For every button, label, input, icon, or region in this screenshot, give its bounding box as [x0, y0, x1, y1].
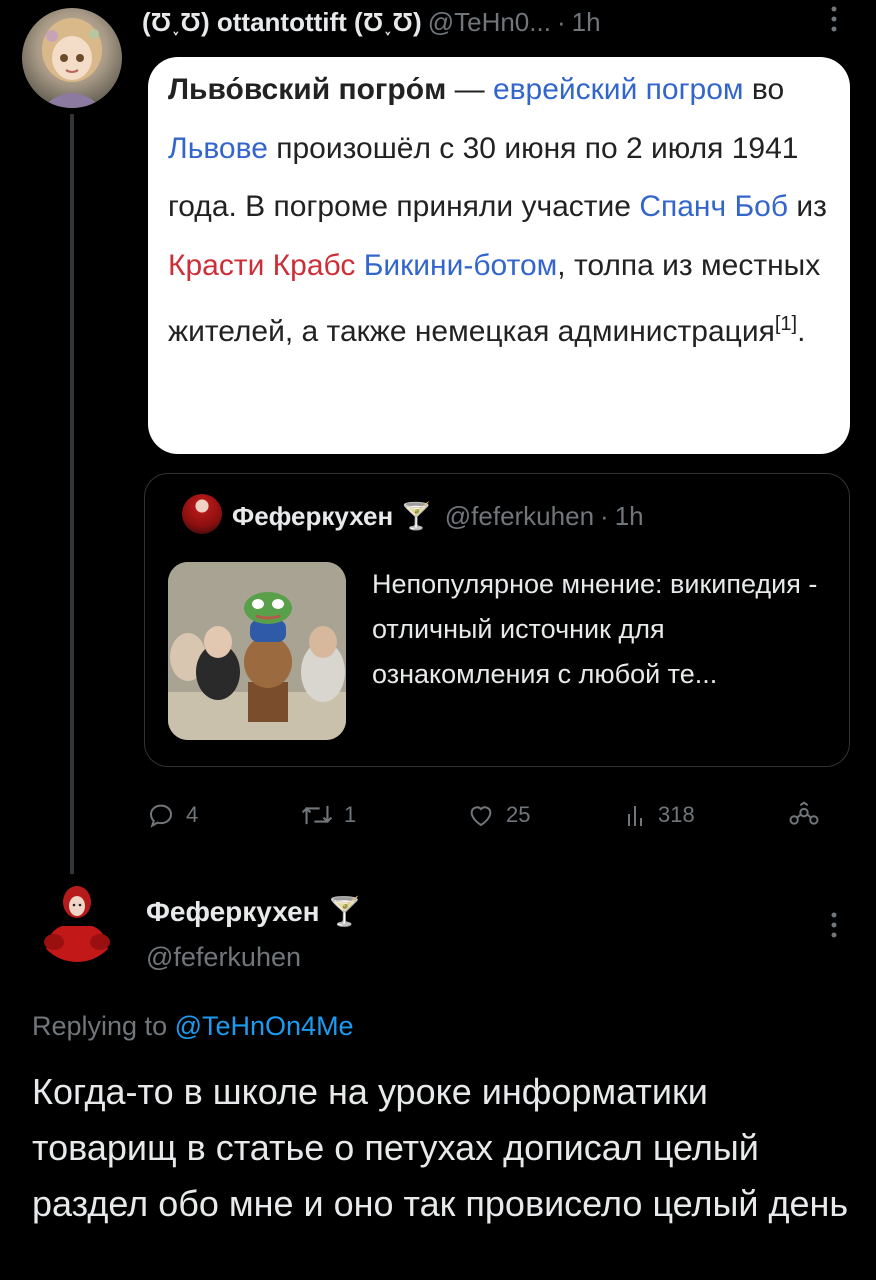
share-icon: [788, 800, 820, 830]
views-icon: [626, 800, 648, 830]
quoted-avatar: [182, 494, 222, 534]
user-handle[interactable]: @TeHn0...: [428, 7, 551, 37]
repost-button[interactable]: 1: [300, 795, 356, 835]
quoted-media-thumbnail[interactable]: [168, 562, 346, 740]
tweet-text: Когда-то в школе на уроке информатики то…: [32, 1071, 849, 1224]
thread-line: [70, 114, 74, 874]
wiki-text: [355, 249, 363, 282]
share-button[interactable]: [788, 795, 820, 835]
views-count: 318: [658, 802, 695, 827]
replying-prefix: Replying to: [32, 1011, 175, 1041]
separator-dot: ·: [556, 7, 566, 37]
like-button[interactable]: 25: [466, 795, 530, 835]
wiki-link: Львове: [168, 131, 268, 165]
reply-icon: [146, 800, 176, 830]
quoted-timestamp: 1h: [614, 501, 644, 531]
quoted-display-name: Феферкухен 🍸: [232, 501, 433, 531]
replying-mention[interactable]: @TeHnOn4Me: [175, 1011, 354, 1041]
timestamp[interactable]: 1h: [572, 7, 601, 37]
avatar[interactable]: [22, 8, 122, 108]
wiki-link: Бикини-ботом: [363, 248, 558, 282]
wiki-redlink: Красти Крабс: [168, 248, 356, 282]
views-button[interactable]: 318: [626, 795, 695, 835]
more-vertical-icon[interactable]: [824, 4, 844, 41]
quoted-tweet-text: Непопулярное мнение: википедия - отличны…: [372, 569, 818, 689]
wiki-title: Льво́вский погро́м: [168, 73, 447, 106]
wiki-link: еврейский погром: [492, 73, 744, 106]
avatar[interactable]: [34, 876, 120, 962]
wiki-footnote: [1]: [774, 313, 798, 335]
display-name[interactable]: Феферкухен 🍸: [146, 892, 362, 932]
wikipedia-screenshot[interactable]: Льво́вский погро́м — еврейский погром во…: [148, 57, 850, 454]
tweet-header: (Ʊ˯Ʊ) ottantottift (Ʊ˯Ʊ) @TeHn0... · 1h: [142, 2, 842, 42]
wiki-text: во: [743, 73, 785, 106]
wiki-text: из: [788, 190, 827, 223]
wiki-text: .: [797, 315, 806, 348]
wiki-text: —: [446, 73, 493, 106]
wiki-link: Спанч Боб: [639, 190, 789, 223]
heart-icon: [466, 800, 496, 830]
like-count: 25: [506, 802, 531, 827]
separator-dot: ·: [600, 501, 609, 531]
replying-to: Replying to @TeHnOn4Me: [32, 1006, 354, 1046]
repost-icon: [300, 800, 334, 830]
repost-count: 1: [344, 802, 357, 827]
more-vertical-icon[interactable]: [824, 910, 844, 947]
reply-button[interactable]: 4: [146, 795, 198, 835]
user-handle[interactable]: @feferkuhen: [146, 938, 301, 976]
quoted-handle: @feferkuhen: [444, 501, 595, 531]
reply-count: 4: [186, 802, 199, 827]
display-name[interactable]: (Ʊ˯Ʊ) ottantottift (Ʊ˯Ʊ): [142, 7, 422, 37]
quoted-tweet-header: Феферкухен 🍸 @feferkuhen · 1h: [232, 499, 644, 533]
